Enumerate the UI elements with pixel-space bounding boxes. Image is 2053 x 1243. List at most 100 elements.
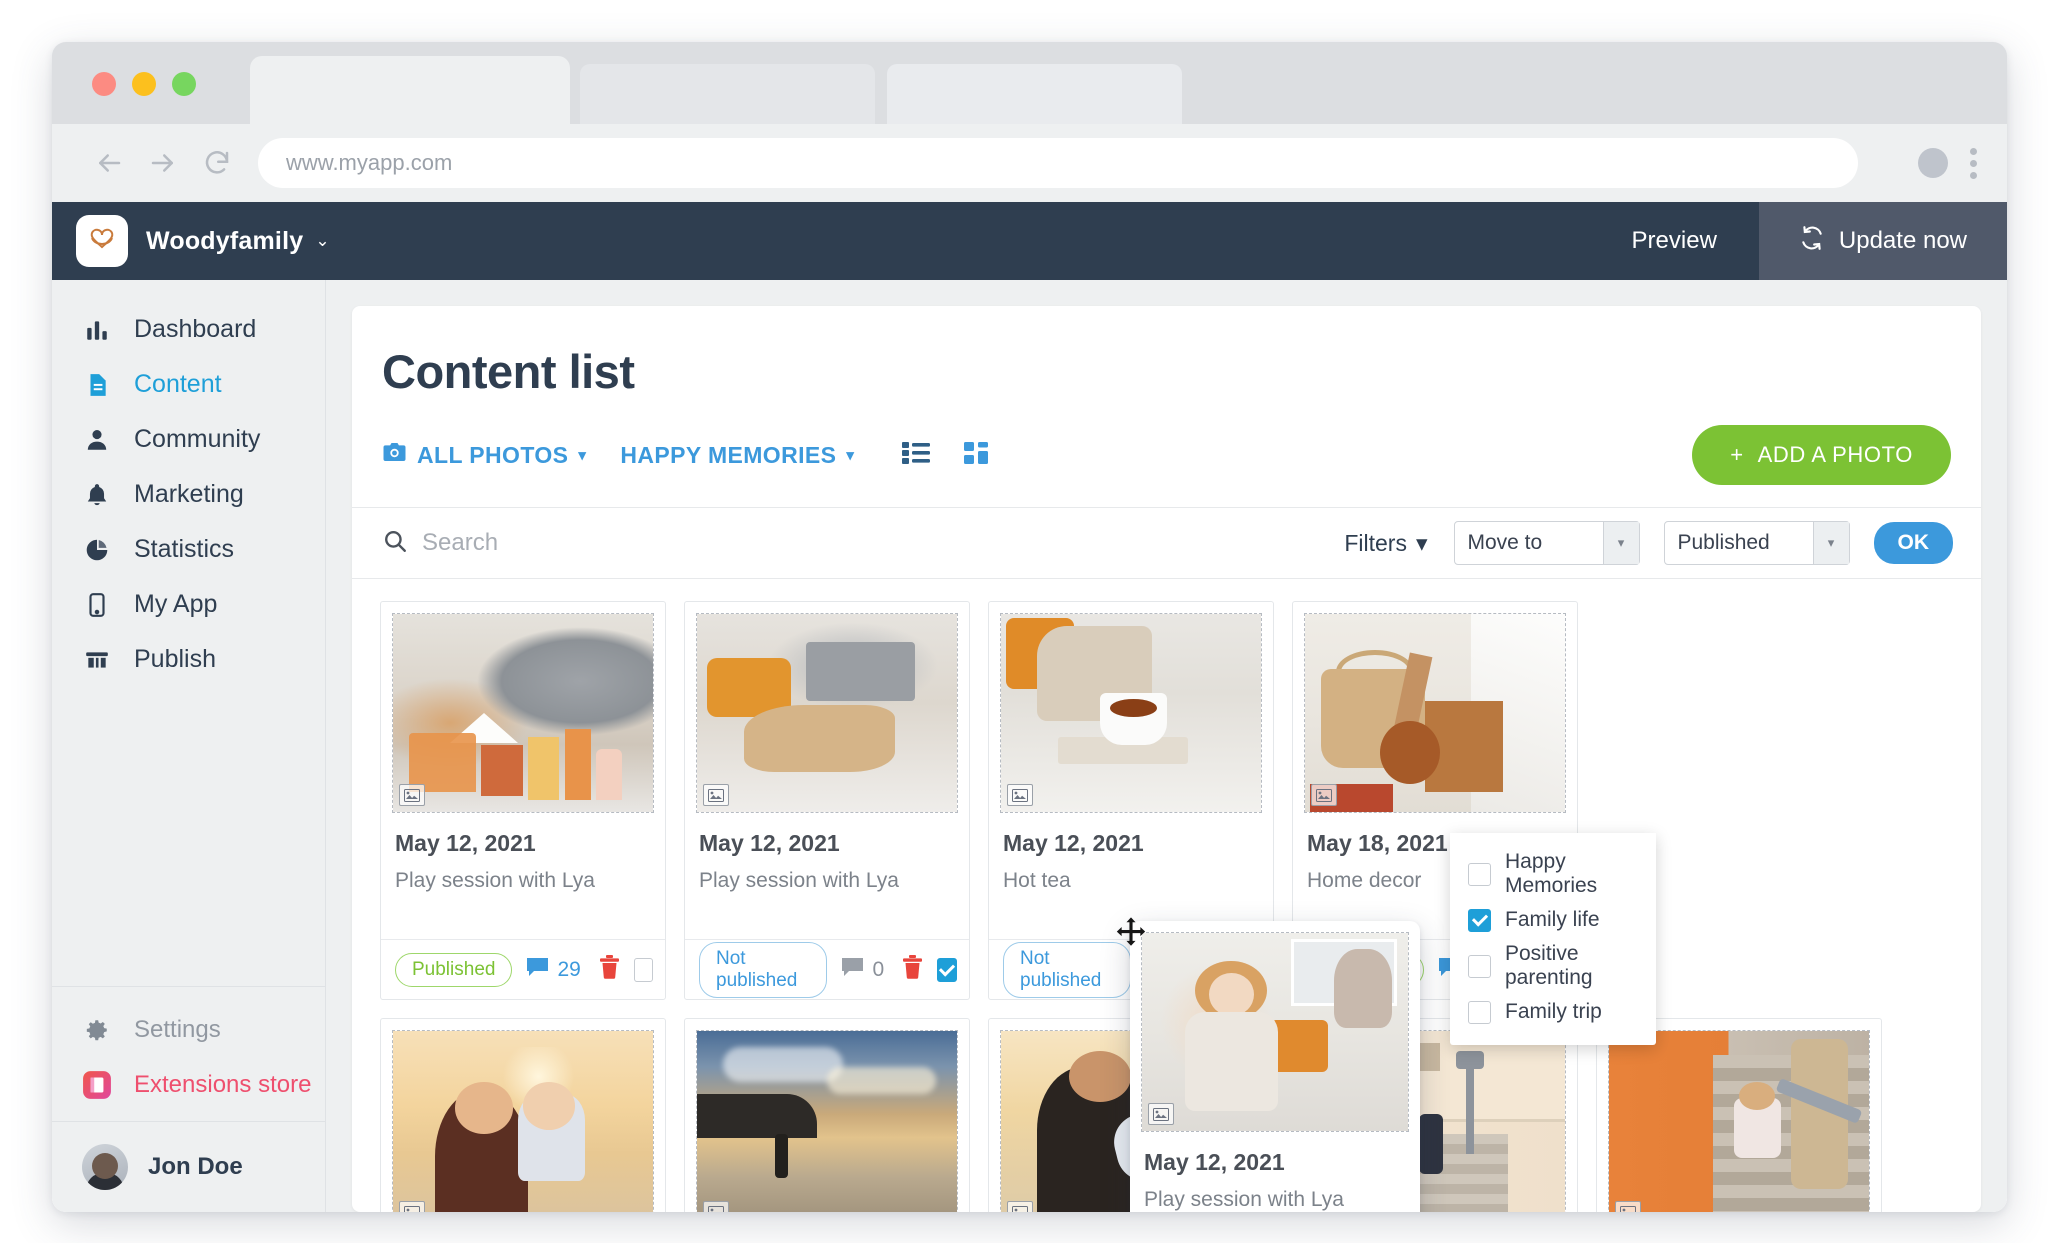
- sidebar: Dashboard Content Community Marketing St…: [52, 280, 326, 1212]
- photo-date: May 12, 2021: [395, 830, 536, 856]
- browser-profile-avatar[interactable]: [1918, 148, 1948, 178]
- window-controls[interactable]: [92, 72, 196, 96]
- delete-icon[interactable]: [599, 955, 620, 984]
- sidebar-item-statistics[interactable]: Statistics: [52, 522, 325, 577]
- add-a-photo-button[interactable]: + ADD A PHOTO: [1692, 425, 1951, 485]
- toolbar: ALL PHOTOS ▾ HAPPY MEMORIES ▾ + ADD A PH…: [352, 399, 1981, 485]
- delete-icon[interactable]: [902, 955, 923, 984]
- sidebar-item-community[interactable]: Community: [52, 412, 325, 467]
- sidebar-secondary-nav: Settings Extensions store: [52, 986, 325, 1121]
- dropdown-option-family-life[interactable]: Family life: [1450, 903, 1656, 937]
- photo-date: May 12, 2021: [699, 830, 840, 856]
- checkbox[interactable]: [1468, 954, 1491, 978]
- browser-tab-2[interactable]: [580, 64, 875, 124]
- sidebar-item-publish[interactable]: Publish: [52, 632, 325, 687]
- photo-card[interactable]: May 12, 2021 Play session with Lya Publi…: [380, 601, 666, 1000]
- status-select[interactable]: Published ▾: [1663, 521, 1850, 565]
- avatar: [82, 1144, 128, 1190]
- photo-card[interactable]: May 12, 2021 Play session with Lya Not p…: [684, 601, 970, 1000]
- filter-all-photos[interactable]: ALL PHOTOS ▾: [382, 441, 586, 469]
- sidebar-item-dashboard[interactable]: Dashboard: [52, 302, 325, 357]
- checkbox[interactable]: [1468, 1000, 1491, 1024]
- url-input[interactable]: www.myapp.com: [258, 138, 1858, 188]
- select-checkbox[interactable]: [937, 957, 957, 982]
- reload-icon[interactable]: [190, 136, 244, 190]
- filters-dropdown[interactable]: Filters ▾: [1344, 530, 1427, 557]
- sidebar-item-content[interactable]: Content: [52, 357, 325, 412]
- camera-icon: [382, 441, 407, 469]
- photo-thumbnail[interactable]: [1000, 613, 1262, 813]
- sidebar-item-my-app[interactable]: My App: [52, 577, 325, 632]
- photo-image: [1142, 933, 1408, 1131]
- topbar-actions: Preview Update now: [1590, 202, 2007, 280]
- photo-thumbnail[interactable]: [392, 1030, 654, 1212]
- grid-view-icon[interactable]: [964, 441, 990, 470]
- dropdown-option-label: Family trip: [1505, 1000, 1602, 1023]
- ok-button[interactable]: OK: [1873, 522, 1953, 564]
- close-window-button[interactable]: [92, 72, 116, 96]
- dropdown-option-positive-parenting[interactable]: Positive parenting: [1450, 937, 1656, 995]
- filter-all-photos-label: ALL PHOTOS: [417, 441, 569, 468]
- photo-card[interactable]: [684, 1018, 970, 1212]
- browser-tab-active[interactable]: [250, 56, 570, 124]
- chevron-down-icon[interactable]: ▾: [1602, 522, 1639, 564]
- chevron-down-icon[interactable]: ⌄: [315, 231, 329, 251]
- back-arrow-icon[interactable]: [82, 136, 136, 190]
- chevron-down-icon[interactable]: ▾: [1812, 522, 1849, 564]
- photo-description: Hot tea: [1003, 869, 1071, 892]
- sidebar-item-marketing[interactable]: Marketing: [52, 467, 325, 522]
- minimize-window-button[interactable]: [132, 72, 156, 96]
- sidebar-item-settings[interactable]: Settings: [52, 1003, 325, 1057]
- sidebar-user[interactable]: Jon Doe: [52, 1121, 325, 1212]
- image-type-icon: [703, 784, 729, 806]
- search-box[interactable]: [382, 528, 1344, 559]
- refresh-icon: [1799, 225, 1825, 258]
- list-view-icon[interactable]: [902, 441, 931, 470]
- app-viewport: Woodyfamily ⌄ Preview Update now Dashboa…: [52, 202, 2007, 1212]
- filter-album[interactable]: HAPPY MEMORIES ▾: [620, 442, 854, 469]
- photo-thumbnail[interactable]: [696, 1030, 958, 1212]
- photo-thumbnail[interactable]: [1141, 932, 1409, 1132]
- image-type-icon: [399, 784, 425, 806]
- filter-album-label: HAPPY MEMORIES: [620, 441, 837, 468]
- document-icon: [82, 372, 112, 398]
- sidebar-item-extensions-store[interactable]: Extensions store: [52, 1057, 325, 1113]
- move-to-select[interactable]: Move to ▾: [1453, 521, 1640, 565]
- maximize-window-button[interactable]: [172, 72, 196, 96]
- photo-thumbnail[interactable]: [696, 613, 958, 813]
- update-now-button[interactable]: Update now: [1758, 202, 2007, 280]
- photo-card[interactable]: [1596, 1018, 1882, 1212]
- sidebar-nav: Dashboard Content Community Marketing St…: [52, 280, 325, 986]
- select-checkbox[interactable]: [633, 957, 653, 982]
- heart-logo-icon: [76, 215, 128, 267]
- brand[interactable]: Woodyfamily ⌄: [52, 215, 330, 267]
- dropdown-option-family-trip[interactable]: Family trip: [1450, 995, 1656, 1029]
- forward-arrow-icon[interactable]: [136, 136, 190, 190]
- dropdown-option-happy-memories[interactable]: Happy Memories: [1450, 845, 1656, 903]
- dropdown-option-label: Family life: [1505, 908, 1600, 931]
- checkbox[interactable]: [1468, 862, 1491, 886]
- sidebar-item-label: Settings: [134, 1016, 221, 1043]
- comment-count: 29: [526, 957, 581, 983]
- photo-card[interactable]: [380, 1018, 666, 1212]
- photo-thumbnail[interactable]: [392, 613, 654, 813]
- photo-card-footer: Published 29: [381, 939, 665, 999]
- photo-thumbnail[interactable]: [1608, 1030, 1870, 1212]
- dragged-photo-card[interactable]: May 12, 2021 Play session with Lya Publi…: [1130, 921, 1420, 1212]
- photo-image: [1305, 614, 1565, 812]
- search-input[interactable]: [422, 529, 842, 557]
- sidebar-item-label: Dashboard: [134, 315, 257, 343]
- pie-chart-icon: [82, 537, 112, 563]
- move-to-dropdown-menu[interactable]: Happy Memories Family life Positive pare…: [1450, 833, 1656, 1045]
- checkbox[interactable]: [1468, 908, 1491, 932]
- photo-thumbnail[interactable]: [1304, 613, 1566, 813]
- kebab-menu-icon[interactable]: [1970, 147, 1977, 179]
- update-now-label: Update now: [1838, 227, 1967, 254]
- image-type-icon: [1615, 1201, 1641, 1212]
- image-type-icon: [1007, 1201, 1033, 1212]
- dropdown-option-label: Happy Memories: [1505, 850, 1598, 897]
- browser-tab-3[interactable]: [887, 64, 1182, 124]
- photo-image: [1609, 1031, 1869, 1212]
- preview-button[interactable]: Preview: [1590, 202, 1759, 280]
- user-name: Jon Doe: [148, 1153, 243, 1180]
